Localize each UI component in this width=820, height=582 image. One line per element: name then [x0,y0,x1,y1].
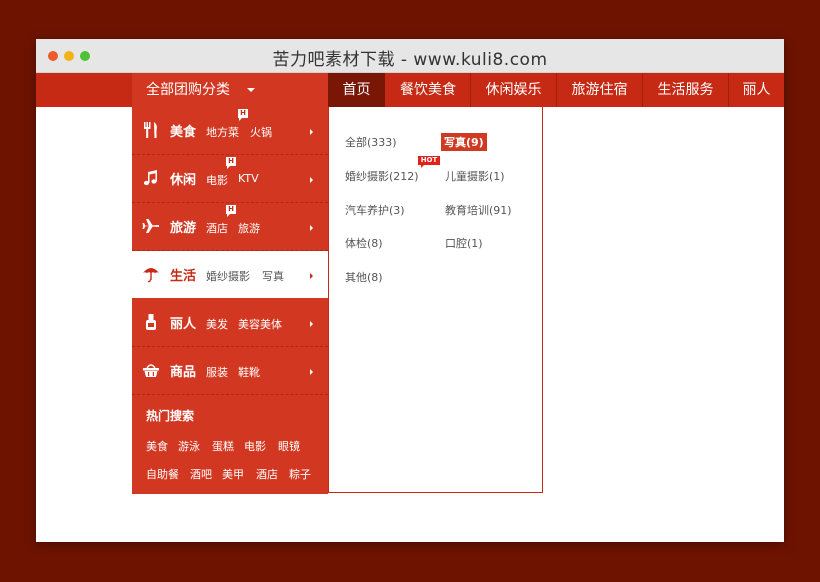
nav-beauty[interactable]: 丽人 [729,73,784,107]
category-item-goods[interactable]: 商品 服装 鞋靴 [132,347,328,395]
subcategory-link[interactable]: 写真 [262,268,284,284]
nav-leisure[interactable]: 休闲娱乐 [471,73,556,107]
hot-search-keyword[interactable]: 酒店 [256,466,278,482]
airplane-icon [142,219,159,233]
chevron-right-icon [310,321,313,327]
category-name: 商品 [170,365,197,380]
subcategory-education[interactable]: 教育培训(91) [445,202,512,218]
subcategory-link[interactable]: 电影 [206,172,228,188]
nav-home[interactable]: 首页 [328,73,385,107]
subcategory-portrait[interactable]: 写真(9) [441,133,487,151]
subcategory-link[interactable]: 火锅 [250,124,272,140]
hot-tag-badge: H [226,205,236,217]
category-name: 美食 [170,125,197,140]
top-nav-bar: 全部团购分类 首页 餐饮美食 休闲娱乐 旅游住宿 生活服务 丽人 [36,73,784,107]
hot-search-keyword[interactable]: 美甲 [222,466,244,482]
subcategory-link[interactable]: 酒店 [206,220,228,236]
nail-polish-icon [146,314,156,330]
subcategory-link[interactable]: 婚纱摄影 [206,268,250,284]
all-categories-label: 全部团购分类 [146,82,230,98]
subcategory-link[interactable]: KTV [238,172,259,185]
hot-search-keyword[interactable]: 电影 [244,438,266,454]
category-item-leisure[interactable]: 休闲 电影 H KTV [132,155,328,203]
subcategory-link[interactable]: 服装 [206,364,228,380]
category-item-life[interactable]: 生活 婚纱摄影 写真 [132,251,332,298]
hot-search-keyword[interactable]: 自助餐 [146,466,179,482]
subcategory-kids-photo[interactable]: 儿童摄影(1) [445,168,505,184]
category-name: 旅游 [170,221,197,236]
subcategory-link[interactable]: 美发 [206,316,228,332]
hot-search-keyword[interactable]: 酒吧 [190,466,212,482]
browser-window: 苦力吧素材下载 - www.kuli8.com 全部团购分类 首页 餐饮美食 休… [36,39,784,542]
hot-search-keyword[interactable]: 眼镜 [278,438,300,454]
hot-badge: HOT [418,156,440,168]
category-name: 休闲 [170,173,197,188]
chevron-right-icon [310,225,313,231]
hot-tag-badge: H [238,109,248,121]
subcategory-link[interactable]: 美容美体 [238,316,282,332]
window-title: 苦力吧素材下载 - www.kuli8.com [272,50,548,70]
all-categories-dropdown[interactable]: 全部团购分类 [132,73,328,107]
chevron-right-icon [310,273,313,279]
hot-tag-badge: H [226,157,236,169]
subcategory-wedding-photo[interactable]: 婚纱摄影(212) [345,168,419,184]
chevron-right-icon [310,369,313,375]
subcategory-link[interactable]: 鞋靴 [238,364,260,380]
subcategory-all[interactable]: 全部(333) [345,134,397,150]
category-sidebar: 美食 地方菜 H 火锅 休闲 电影 H KTV 旅游 酒店 H 旅游 生活 婚纱… [132,107,332,494]
subcategory-health-check[interactable]: 体检(8) [345,235,383,251]
umbrella-icon [143,268,159,283]
chevron-right-icon [310,129,313,135]
subcategory-link[interactable]: 旅游 [238,220,260,236]
nav-life-service[interactable]: 生活服务 [643,73,728,107]
subcategory-link[interactable]: 地方菜 [206,124,239,140]
hot-search-keyword[interactable]: 粽子 [289,466,311,482]
subcategory-car-care[interactable]: 汽车养护(3) [345,202,405,218]
hot-search-title: 热门搜索 [146,409,195,423]
title-bar: 苦力吧素材下载 - www.kuli8.com [36,39,784,73]
subcategory-dental[interactable]: 口腔(1) [445,235,483,251]
hot-search-keyword[interactable]: 蛋糕 [212,438,234,454]
nav-food[interactable]: 餐饮美食 [386,73,470,107]
category-name: 丽人 [170,317,197,332]
subcategory-other[interactable]: 其他(8) [345,269,383,285]
hot-search-keyword[interactable]: 游泳 [178,438,200,454]
category-name: 生活 [170,269,197,284]
category-item-beauty[interactable]: 丽人 美发 美容美体 [132,299,328,347]
chevron-right-icon [310,177,313,183]
category-item-food[interactable]: 美食 地方菜 H 火锅 [132,107,328,155]
hot-search-keyword[interactable]: 美食 [146,438,168,454]
shopping-basket-icon [143,364,159,377]
caret-down-icon [247,88,255,92]
category-item-travel[interactable]: 旅游 酒店 H 旅游 [132,203,328,251]
subcategory-panel: 全部(333) 写真(9) 婚纱摄影(212) HOT 儿童摄影(1) 汽车养护… [328,107,543,493]
music-note-icon [143,170,157,186]
nav-travel[interactable]: 旅游住宿 [557,73,642,107]
fork-knife-icon [144,122,157,138]
